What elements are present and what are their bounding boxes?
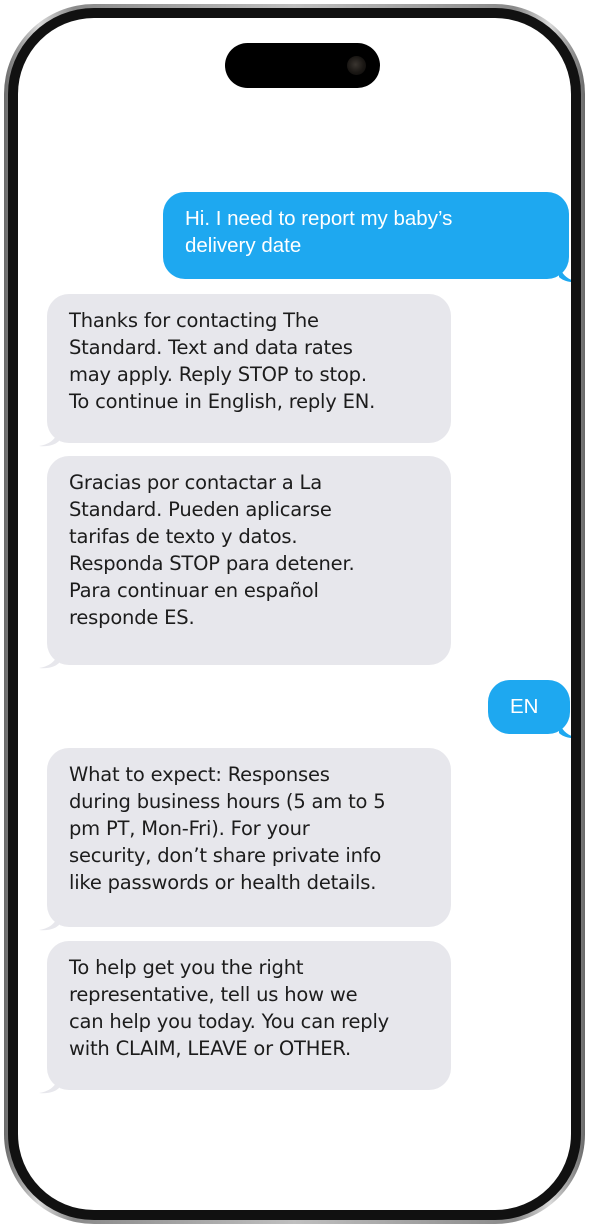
- message-screen: Hi. I need to report my baby’s delivery …: [18, 18, 571, 1210]
- incoming-message-bubble[interactable]: What to expect: Responses during busines…: [47, 748, 451, 927]
- phone-frame: Hi. I need to report my baby’s delivery …: [4, 4, 585, 1224]
- outgoing-message-bubble[interactable]: EN: [488, 680, 570, 734]
- front-camera-icon: [347, 56, 366, 75]
- incoming-bubble-tail: [39, 912, 59, 931]
- outgoing-message-bubble[interactable]: Hi. I need to report my baby’s delivery …: [163, 192, 569, 279]
- dynamic-island: [225, 43, 380, 88]
- phone-bezel: Hi. I need to report my baby’s delivery …: [8, 8, 581, 1220]
- incoming-bubble-tail: [39, 1075, 59, 1094]
- incoming-message-bubble[interactable]: Gracias por contactar a La Standard. Pue…: [47, 456, 451, 665]
- outgoing-bubble-tail: [559, 264, 571, 282]
- incoming-bubble-tail: [39, 428, 59, 447]
- incoming-message-bubble[interactable]: To help get you the right representative…: [47, 941, 451, 1090]
- incoming-message-bubble[interactable]: Thanks for contacting The Standard. Text…: [47, 294, 451, 443]
- outgoing-bubble-tail: [559, 720, 571, 738]
- incoming-bubble-tail: [39, 650, 59, 669]
